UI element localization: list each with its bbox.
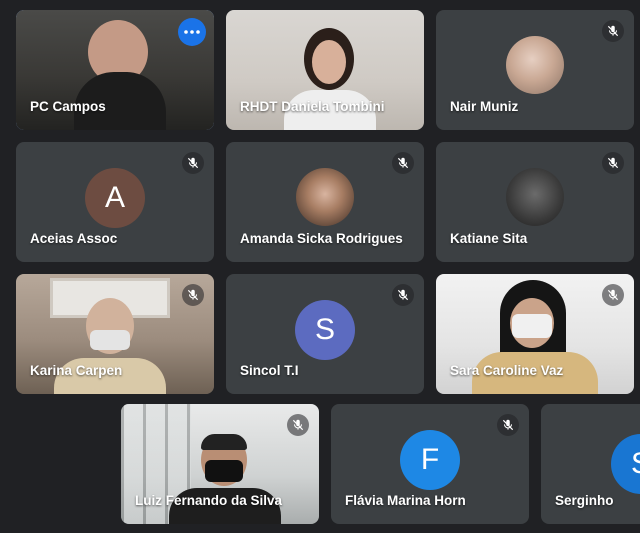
muted-indicator [602, 20, 624, 42]
participant-tile-aceias-assoc[interactable]: A Aceias Assoc [16, 142, 214, 262]
avatar-letter: S [631, 447, 640, 481]
avatar: F [400, 430, 460, 490]
mic-off-icon [607, 289, 619, 301]
mic-off-icon [502, 419, 514, 431]
muted-indicator [497, 414, 519, 436]
participant-tile-pc-campos[interactable]: PC Campos [16, 10, 214, 130]
muted-indicator [182, 152, 204, 174]
participant-name: RHDT Daniela Tombini [240, 99, 385, 114]
avatar-letter: S [314, 313, 335, 346]
participant-name: Sincol T.I [240, 363, 299, 378]
mic-off-icon [397, 157, 409, 169]
mic-off-icon [397, 289, 409, 301]
participant-tile-sincol-ti[interactable]: S Sincol T.I [226, 274, 424, 394]
participant-name: Karina Carpen [30, 363, 123, 378]
participant-name: Flávia Marina Horn [345, 493, 466, 508]
participant-name: Serginho [555, 493, 614, 508]
avatar: A [85, 168, 145, 228]
participant-tile-daniela-tombini[interactable]: RHDT Daniela Tombini [226, 10, 424, 130]
participant-tile-karina-carpen[interactable]: Karina Carpen [16, 274, 214, 394]
avatar [506, 36, 564, 94]
avatar-letter: A [104, 181, 125, 214]
mic-off-icon [187, 157, 199, 169]
participant-name: Sara Caroline Vaz [450, 363, 564, 378]
participant-tile-amanda-sicka-rodrigues[interactable]: Amanda Sicka Rodrigues [226, 142, 424, 262]
muted-indicator [392, 284, 414, 306]
participant-tile-sara-caroline-vaz[interactable]: Sara Caroline Vaz [436, 274, 634, 394]
participant-name: PC Campos [30, 99, 106, 114]
avatar: S [611, 434, 640, 494]
participant-tile-flavia-marina-horn[interactable]: F Flávia Marina Horn [331, 404, 529, 524]
muted-indicator [287, 414, 309, 436]
avatar-letter: F [420, 443, 440, 476]
muted-indicator [602, 284, 624, 306]
muted-indicator [182, 284, 204, 306]
participant-name: Luiz Fernando da Silva [135, 493, 283, 508]
muted-indicator [602, 152, 624, 174]
more-options-button[interactable] [178, 18, 206, 46]
participant-name: Amanda Sicka Rodrigues [240, 231, 403, 246]
participant-name: Nair Muniz [450, 99, 519, 114]
mic-off-icon [607, 157, 619, 169]
mic-off-icon [607, 25, 619, 37]
muted-indicator [392, 152, 414, 174]
more-horizontal-icon [184, 30, 200, 34]
participant-tile-luiz-fernando-da-silva[interactable]: Luiz Fernando da Silva [121, 404, 319, 524]
participant-tile-nair-muniz[interactable]: Nair Muniz [436, 10, 634, 130]
participant-name: Aceias Assoc [30, 231, 118, 246]
avatar [506, 168, 564, 226]
participant-tile-serginho[interactable]: S Serginho [541, 404, 640, 524]
participant-tile-katiane-sita[interactable]: Katiane Sita [436, 142, 634, 262]
avatar [296, 168, 354, 226]
mic-off-icon [292, 419, 304, 431]
participant-name: Katiane Sita [450, 231, 528, 246]
avatar: S [295, 300, 355, 360]
mic-off-icon [187, 289, 199, 301]
